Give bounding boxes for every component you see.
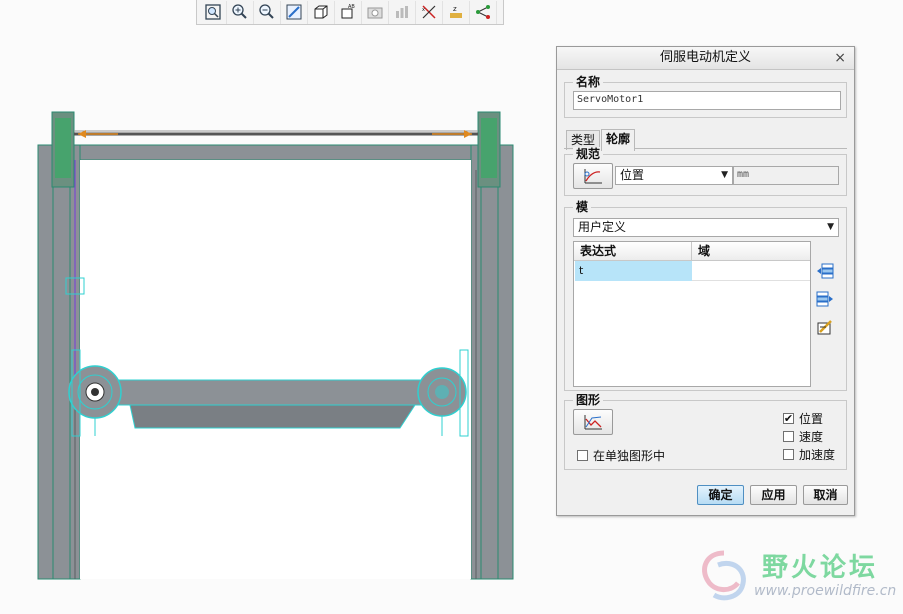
- graph-option-velocity[interactable]: 速度: [783, 428, 823, 445]
- mode-label: 模: [573, 200, 592, 214]
- edit-expression-button[interactable]: [815, 317, 835, 337]
- saved-views-button[interactable]: AB: [335, 0, 362, 24]
- name-label: 名称: [573, 75, 604, 89]
- forum-watermark: 野火论坛 www.proewildfire.cn: [694, 545, 899, 605]
- zoom-fit-icon: [205, 4, 221, 20]
- append-row-icon: [816, 291, 833, 307]
- table-cell-domain[interactable]: [692, 261, 810, 281]
- zoom-in-icon: [232, 4, 247, 19]
- ok-button[interactable]: 确定: [697, 485, 744, 505]
- mechanism-model: [37, 111, 514, 580]
- datum-display-button[interactable]: x: [416, 0, 443, 24]
- watermark-logo-icon: [702, 550, 746, 601]
- graph-icon: [584, 415, 602, 430]
- plot-graph-button[interactable]: [573, 409, 613, 435]
- insert-row-icon: [817, 263, 834, 279]
- graphics-toolbar: AB x z: [196, 0, 504, 25]
- display-style-icon: [396, 6, 408, 18]
- zoom-in-button[interactable]: [227, 0, 254, 24]
- chevron-down-icon: ▼: [721, 170, 728, 180]
- name-input[interactable]: ServoMotor1: [573, 91, 841, 110]
- apply-button[interactable]: 应用: [750, 485, 797, 505]
- graph-option-acceleration[interactable]: 加速度: [783, 446, 835, 463]
- spec-select-value: 位置: [620, 168, 645, 182]
- append-row-button[interactable]: [815, 289, 835, 309]
- dialog-title-bar: 伺服电动机定义 ×: [557, 47, 854, 70]
- spec-label: 规范: [573, 147, 604, 161]
- separate-graph-option[interactable]: 在单独图形中: [577, 447, 665, 464]
- mode-select[interactable]: 用户定义 ▼: [573, 218, 839, 237]
- separate-graph-label: 在单独图形中: [593, 449, 666, 463]
- expression-table: 表达式 域 t: [573, 241, 811, 387]
- column-header-expression: 表达式: [574, 242, 692, 261]
- servo-motor-dialog: 伺服电动机定义 × 名称 ServoMotor1 类型 轮廓 规范 位置 ▼ m…: [556, 46, 855, 516]
- view-orientation-icon: [314, 5, 328, 19]
- dialog-title: 伺服电动机定义: [659, 50, 751, 65]
- saved-views-icon: AB: [341, 4, 355, 19]
- svg-text:z: z: [453, 5, 457, 13]
- repaint-icon: [286, 4, 302, 20]
- watermark-text: 野火论坛: [762, 553, 879, 583]
- graph-label: 图形: [573, 393, 604, 407]
- watermark-url: www.proewildfire.cn: [754, 583, 897, 599]
- spin-center-button[interactable]: [470, 0, 497, 24]
- svg-text:AB: AB: [348, 4, 355, 10]
- close-icon[interactable]: ×: [834, 47, 846, 69]
- zoom-fit-button[interactable]: [200, 0, 227, 24]
- repaint-button[interactable]: [281, 0, 308, 24]
- camera-button[interactable]: [362, 0, 389, 24]
- insert-row-button[interactable]: [815, 261, 835, 281]
- svg-text:x: x: [422, 7, 425, 13]
- graph-option-position[interactable]: ✔ 位置: [783, 410, 823, 427]
- display-style-button[interactable]: [389, 0, 416, 24]
- zoom-out-icon: [259, 4, 274, 19]
- spec-unit-field: mm: [733, 166, 839, 185]
- annotation-display-icon: z: [450, 5, 462, 18]
- edit-icon: [817, 320, 832, 335]
- chevron-down-icon: ▼: [827, 222, 834, 232]
- model-viewport[interactable]: [0, 25, 555, 611]
- annotation-display-button[interactable]: z: [443, 0, 470, 24]
- table-cell-expression[interactable]: t: [575, 261, 692, 281]
- zoom-out-button[interactable]: [254, 0, 281, 24]
- position-checkbox[interactable]: ✔: [783, 413, 794, 424]
- spin-center-icon: [476, 5, 490, 19]
- separate-graph-checkbox[interactable]: [577, 450, 588, 461]
- acceleration-label: 加速度: [799, 448, 836, 462]
- column-header-domain: 域: [692, 242, 810, 261]
- spec-graph-button[interactable]: [573, 163, 613, 189]
- camera-icon: [367, 7, 383, 19]
- tab-profile[interactable]: 轮廓: [601, 129, 636, 151]
- cancel-button[interactable]: 取消: [803, 485, 848, 505]
- tab-bar: 类型 轮廓: [566, 129, 636, 151]
- spec-select[interactable]: 位置 ▼: [615, 166, 733, 185]
- mode-select-value: 用户定义: [578, 220, 627, 234]
- view-orientation-button[interactable]: [308, 0, 335, 24]
- position-label: 位置: [799, 412, 824, 426]
- velocity-checkbox[interactable]: [783, 431, 794, 442]
- velocity-label: 速度: [799, 430, 824, 444]
- acceleration-checkbox[interactable]: [783, 449, 794, 460]
- datum-display-icon: x: [422, 5, 436, 19]
- position-graph-icon: [584, 169, 602, 184]
